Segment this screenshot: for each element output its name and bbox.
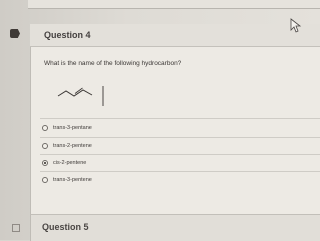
mouse-cursor-icon bbox=[290, 18, 302, 33]
answer-option[interactable]: trans-3-pentene bbox=[42, 174, 92, 186]
radio-button-selected[interactable] bbox=[42, 160, 48, 166]
option-label: trans-3-pentene bbox=[53, 177, 92, 183]
question-5-title: Question 5 bbox=[42, 222, 89, 232]
question-prompt: What is the name of the following hydroc… bbox=[44, 60, 182, 67]
answer-option[interactable]: trans-3-pentane bbox=[42, 122, 92, 134]
carbon-chain bbox=[57, 89, 93, 97]
previous-question-bottom-edge bbox=[28, 0, 320, 9]
radio-button[interactable] bbox=[42, 177, 48, 183]
radio-button[interactable] bbox=[42, 125, 48, 131]
answer-option-selected[interactable]: cis-2-pentene bbox=[42, 157, 86, 169]
question-4-title: Question 4 bbox=[44, 30, 91, 40]
divider bbox=[40, 171, 320, 172]
divider bbox=[40, 154, 320, 155]
flag-icon[interactable] bbox=[12, 224, 20, 232]
radio-button[interactable] bbox=[42, 143, 48, 149]
answer-option[interactable]: trans-2-pentene bbox=[42, 140, 92, 152]
divider bbox=[40, 118, 320, 119]
option-label: trans-3-pentane bbox=[53, 125, 92, 131]
option-label: trans-2-pentene bbox=[53, 143, 92, 149]
option-label: cis-2-pentene bbox=[53, 160, 87, 166]
hydrocarbon-structure-diagram bbox=[57, 86, 104, 106]
divider bbox=[40, 137, 320, 138]
